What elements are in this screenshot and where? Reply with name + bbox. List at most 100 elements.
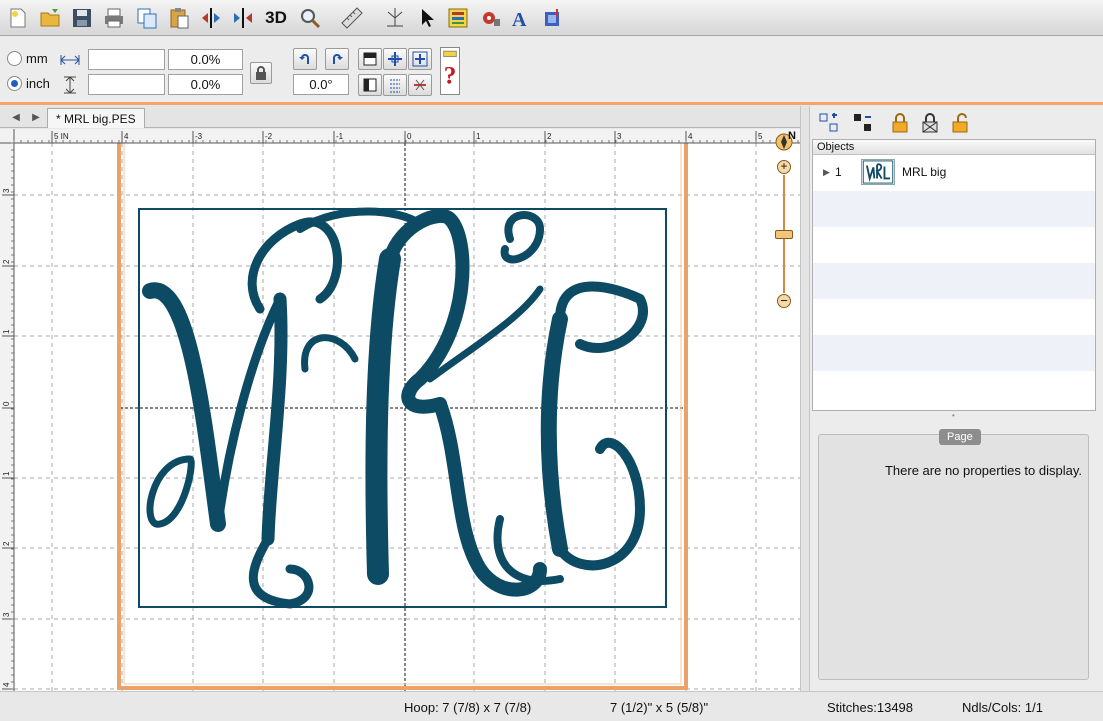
page-properties-panel: Page There are no properties to display. — [818, 429, 1089, 680]
center-hoop-button[interactable] — [408, 48, 432, 70]
top-ruler-label: 3 — [617, 132, 622, 141]
save-icon[interactable] — [68, 4, 96, 32]
canvas-drawing: 5 IN 4 -3 -2 -1 0 1 2 3 4 5 3 2 1 0 1 2 3 4 — [0, 129, 800, 691]
left-ruler-label: 3 — [2, 612, 11, 617]
left-ruler-label: 1 — [2, 329, 11, 334]
rotation-input[interactable]: 0.0° — [293, 74, 349, 95]
object-row[interactable]: ▶ 1 MRL big — [813, 155, 1095, 191]
height-percent-input[interactable]: 0.0% — [168, 74, 243, 95]
svg-text:?: ? — [444, 63, 457, 90]
empty-row — [813, 263, 1095, 299]
align-top-button[interactable] — [358, 48, 382, 70]
top-ruler-label: 5 — [758, 132, 763, 141]
hoop-size-status: Hoop: 7 (7/8) x 7 (7/8) — [404, 700, 532, 715]
width-arrows-icon — [60, 53, 80, 67]
svg-text:N: N — [788, 130, 796, 142]
width-percent-input[interactable]: 0.0% — [168, 49, 243, 70]
empty-row — [813, 335, 1095, 371]
svg-text:A: A — [512, 9, 527, 30]
design-size-status: 7 (1/2)" x 5 (5/8)" — [610, 700, 709, 715]
document-tab-strip: ◀ ▶ * MRL big.PES — [0, 106, 806, 128]
aspect-lock-button[interactable] — [250, 62, 272, 84]
compass-icon[interactable]: N — [773, 129, 799, 155]
mm-radio[interactable] — [7, 51, 22, 66]
objects-header: Objects — [813, 140, 1095, 155]
left-ruler-label: 2 — [2, 259, 11, 264]
new-icon[interactable] — [4, 4, 32, 32]
unlock-icon[interactable] — [947, 111, 973, 135]
top-ruler-label: 0 — [407, 132, 412, 141]
tab-document[interactable]: * MRL big.PES — [47, 108, 145, 128]
top-ruler-label: 1 — [476, 132, 481, 141]
unit-inch-option[interactable]: inch — [7, 76, 50, 91]
expand-arrow-icon[interactable]: ▶ — [823, 167, 830, 178]
unit-mm-option[interactable]: mm — [7, 51, 48, 66]
left-ruler-label: 2 — [2, 541, 11, 546]
left-ruler-label: 4 — [2, 682, 11, 687]
width-input[interactable] — [88, 49, 165, 70]
objects-panel: Objects ▶ 1 MRL big — [812, 139, 1096, 411]
fabric-icon[interactable] — [538, 4, 566, 32]
settings-icon[interactable] — [477, 4, 505, 32]
ruler-icon[interactable] — [338, 4, 366, 32]
zoom-out-button[interactable]: − — [777, 294, 791, 308]
zoom-icon[interactable] — [296, 4, 324, 32]
split-design-button[interactable] — [408, 74, 432, 96]
top-ruler-label: 4 — [124, 132, 129, 141]
group-icon[interactable] — [816, 111, 842, 135]
stitch-order-button[interactable] — [383, 74, 407, 96]
stitch-simulator-icon[interactable] — [381, 4, 409, 32]
help-icon[interactable]: ? — [440, 47, 460, 95]
top-ruler-label: 5 IN — [54, 132, 69, 141]
text-icon[interactable]: A — [507, 4, 535, 32]
left-ruler-label: 3 — [2, 188, 11, 193]
inch-radio[interactable] — [7, 76, 22, 91]
ungroup-icon[interactable] — [850, 111, 876, 135]
panel-resize-handle[interactable]: • — [952, 412, 960, 420]
mm-label: mm — [26, 51, 48, 66]
mirror-vertical-icon[interactable] — [229, 4, 257, 32]
main-toolbar: 3D A — [0, 0, 1103, 36]
design-canvas[interactable]: 5 IN 4 -3 -2 -1 0 1 2 3 4 5 3 2 1 0 1 2 3 4 N + − — [0, 129, 800, 691]
height-input[interactable] — [88, 74, 165, 95]
open-icon[interactable] — [37, 4, 65, 32]
status-bar: Hoop: 7 (7/8) x 7 (7/8) 7 (1/2)" x 5 (5/… — [0, 691, 1103, 721]
tab-page[interactable]: Page — [939, 429, 981, 445]
empty-row — [813, 371, 1095, 407]
copy-icon[interactable] — [133, 4, 161, 32]
right-panel: Objects ▶ 1 MRL big • Page There are no … — [810, 106, 1103, 691]
align-left-button[interactable] — [358, 74, 382, 96]
mirror-horizontal-icon[interactable] — [197, 4, 225, 32]
print-icon[interactable] — [100, 4, 128, 32]
lock-disabled-icon[interactable] — [917, 111, 943, 135]
3d-view-icon[interactable]: 3D — [262, 4, 290, 32]
panel-splitter[interactable] — [800, 106, 810, 691]
object-index: 1 — [835, 165, 842, 179]
left-ruler-label: 1 — [2, 471, 11, 476]
top-ruler-label: 2 — [547, 132, 552, 141]
no-properties-message: There are no properties to display. — [884, 463, 1082, 478]
empty-row — [813, 227, 1095, 263]
paste-icon[interactable] — [165, 4, 193, 32]
object-thumbnail — [861, 159, 895, 185]
top-ruler-label: -2 — [265, 132, 273, 141]
color-sort-icon[interactable] — [444, 4, 472, 32]
needles-status: Ndls/Cols: 1/1 — [962, 700, 1043, 715]
top-ruler-label: 4 — [688, 132, 693, 141]
top-ruler-label: -3 — [195, 132, 203, 141]
rotate-right-button[interactable] — [325, 48, 349, 70]
rotate-left-button[interactable] — [293, 48, 317, 70]
zoom-in-button[interactable]: + — [777, 160, 791, 174]
tab-scroll-left-icon[interactable]: ◀ — [8, 109, 24, 125]
empty-row — [813, 299, 1095, 335]
lock-icon[interactable] — [887, 111, 913, 135]
select-arrow-icon[interactable] — [413, 4, 441, 32]
inch-label: inch — [26, 76, 50, 91]
center-design-button[interactable] — [383, 48, 407, 70]
empty-row — [813, 191, 1095, 227]
property-bar: mm inch 0.0% 0.0% 0.0° ? — [0, 37, 1103, 102]
tab-scroll-right-icon[interactable]: ▶ — [28, 109, 44, 125]
zoom-slider-thumb[interactable] — [775, 230, 793, 239]
object-name: MRL big — [902, 165, 947, 179]
toolbar-divider — [0, 102, 1103, 105]
